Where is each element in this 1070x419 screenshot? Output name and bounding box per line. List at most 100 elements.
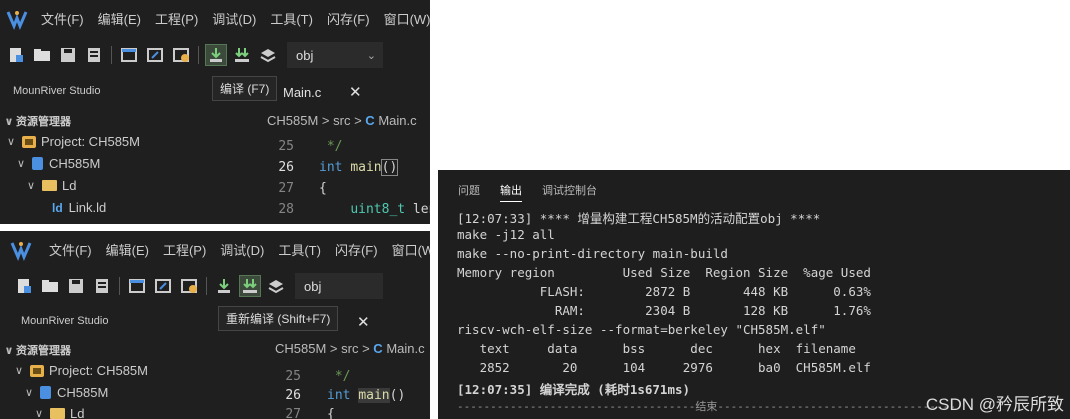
tab-debug-console[interactable]: 调试控制台 [542,182,597,202]
menu-file[interactable]: 文件(F) [34,9,91,28]
tree-item-ld-folder[interactable]: ∨ Ld [32,406,84,419]
menu-tools[interactable]: 工具(T) [263,9,320,28]
menu-debug[interactable]: 调试(D) [213,240,271,259]
build-config-select[interactable]: obj ⌄ [287,42,383,68]
tree-item-label: Ld [70,406,85,419]
line-number: 27 [278,181,294,196]
editor-area: Main.c ✕ CH585M > src > C Main.c 25 26 2… [251,73,430,224]
app-logo-icon [6,8,28,30]
chevron-down-icon: ∨ [16,158,26,170]
c-file-icon: C [365,113,375,128]
menu-tools[interactable]: 工具(T) [271,240,328,259]
console-line: 2852 20 104 2976 ba0 CH585M.elf [457,360,871,375]
save-icon[interactable] [58,45,78,65]
tab-main-c[interactable]: Main.c [283,85,321,100]
build-icon[interactable] [214,276,234,296]
explorer-header[interactable]: ∨ 资源管理器 [2,113,71,129]
project-icon [30,364,44,377]
line-number: 25 [285,369,301,384]
breadcrumb-file[interactable]: Main.c [386,341,424,356]
console-line: text data bss dec hex filename [457,341,856,356]
menu-project[interactable]: 工程(P) [148,9,205,28]
watermark: CSDN @矜辰所致 [925,395,1064,414]
menu-window[interactable]: 窗口(W) [377,9,430,28]
tree-item-label: Ld [62,178,77,193]
toolbar-separator [206,277,207,295]
menu-bar: 文件(F) 编辑(E) 工程(P) 调试(D) 工具(T) 闪存(F) 窗口(W… [0,231,430,268]
layers-icon[interactable] [258,45,278,65]
breadcrumb-project[interactable]: CH585M [267,113,318,128]
line-numbers: 25 26 27 28 [268,136,294,220]
breadcrumb-file[interactable]: Main.c [378,113,416,128]
tree-item-project[interactable]: ∨ Project: CH585M [12,363,148,378]
tree-item-label: Link.ld [68,200,107,215]
toolbar: obj ⌄ [0,37,430,73]
bottom-ide-window: 文件(F) 编辑(E) 工程(P) 调试(D) 工具(T) 闪存(F) 窗口(W… [0,231,430,419]
line-number: 26 [285,388,301,403]
tree-item-ch585m[interactable]: ∨ CH585M [14,156,100,171]
menu-edit[interactable]: 编辑(E) [99,240,156,259]
breadcrumb-src[interactable]: src [341,341,358,356]
menu-debug[interactable]: 调试(D) [205,9,263,28]
rebuild-icon[interactable] [232,45,252,65]
app-logo-icon [10,239,32,261]
save-all-icon[interactable] [92,276,112,296]
close-icon[interactable]: ✕ [349,83,362,101]
new-project-icon[interactable] [119,45,139,65]
explorer-header-label: 资源管理器 [16,345,71,357]
save-all-icon[interactable] [84,45,104,65]
open-folder-icon[interactable] [40,276,60,296]
breadcrumb-src[interactable]: src [333,113,350,128]
tree-item-label: Project: CH585M [41,134,140,149]
chevron-down-icon: ∨ [24,387,34,399]
tree-item-link-ld[interactable]: ld Link.ld [52,200,106,215]
tab-output[interactable]: 输出 [500,182,522,202]
new-project-icon[interactable] [127,276,147,296]
tab-problems[interactable]: 问题 [458,182,480,202]
console-line: RAM: 2304 B 128 KB 1.76% [457,303,871,318]
code-text[interactable]: */ int main() { [327,367,405,419]
build-icon[interactable] [205,44,227,66]
menu-file[interactable]: 文件(F) [42,240,99,259]
menu-window[interactable]: 窗口(W) [385,240,430,259]
sidebar-title: MounRiver Studio [21,315,109,327]
tree-item-ld-folder[interactable]: ∨ Ld [24,178,77,193]
build-tooltip: 编译 (F7) [212,76,278,101]
chip-icon [40,386,51,399]
import-icon[interactable] [153,276,173,296]
console-line: riscv-wch-elf-size --format=berkeley "CH… [457,322,826,337]
tree-item-project[interactable]: ∨ Project: CH585M [4,134,140,149]
menu-flash[interactable]: 闪存(F) [328,240,385,259]
breadcrumb: CH585M > src > C Main.c [275,341,425,356]
folder-icon [50,408,65,419]
open-folder-icon[interactable] [32,45,52,65]
chevron-down-icon: ∨ [34,408,44,419]
import-icon[interactable] [145,45,165,65]
breadcrumb-project[interactable]: CH585M [275,341,326,356]
console-line: make -j12 all [457,227,555,242]
menu-flash[interactable]: 闪存(F) [320,9,377,28]
code-text[interactable]: */ int main() { uint8_t len [319,136,430,220]
save-icon[interactable] [66,276,86,296]
build-config-value: obj [296,47,314,63]
new-file-icon[interactable] [6,45,26,65]
toolbar: obj [0,268,430,304]
c-file-icon: C [373,341,383,356]
tree-item-label: Project: CH585M [49,363,148,378]
chip-icon [32,157,43,170]
project-settings-icon[interactable] [179,276,199,296]
layers-icon[interactable] [266,276,286,296]
new-file-icon[interactable] [14,276,34,296]
tree-item-ch585m[interactable]: ∨ CH585M [22,385,108,400]
project-settings-icon[interactable] [171,45,191,65]
rebuild-icon[interactable] [239,275,261,297]
close-icon[interactable]: ✕ [357,313,370,331]
explorer-header[interactable]: ∨ 资源管理器 [2,342,71,358]
menu-project[interactable]: 工程(P) [156,240,213,259]
console-line: make --no-print-directory main-build [457,246,728,261]
build-config-select[interactable]: obj [295,273,383,299]
explorer-header-label: 资源管理器 [16,116,71,128]
menu-edit[interactable]: 编辑(E) [91,9,148,28]
line-number: 27 [285,407,301,419]
chevron-down-icon: ∨ [4,345,14,357]
